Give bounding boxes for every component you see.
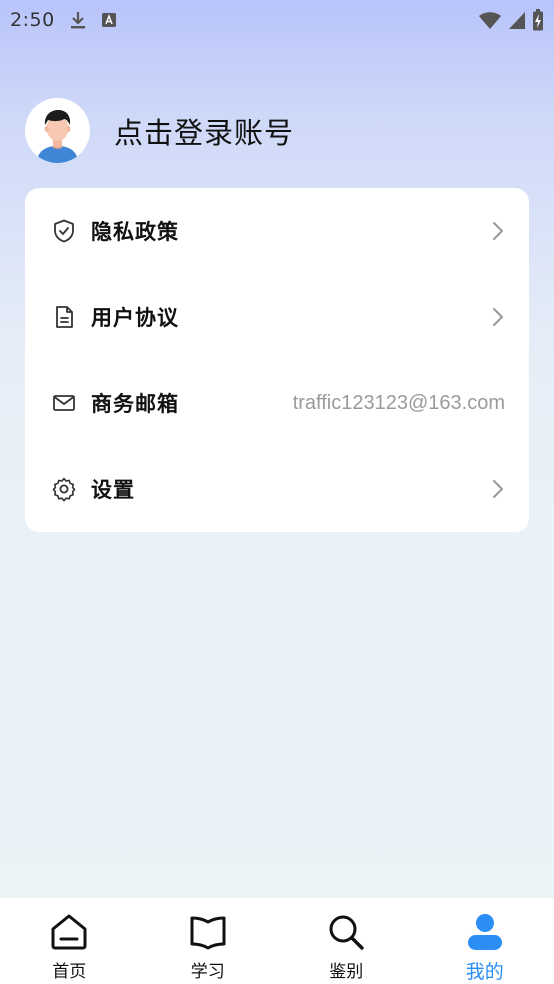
nav-item-home[interactable]: 首页 (0, 898, 139, 984)
chevron-right-icon (491, 220, 505, 242)
avatar-icon[interactable] (25, 98, 90, 163)
status-time: 2:50 (10, 9, 55, 31)
login-text[interactable]: 点击登录账号 (114, 110, 294, 152)
user-icon (465, 912, 505, 952)
nav-item-identify[interactable]: 鉴别 (277, 898, 416, 984)
nav-label-active: 我的 (465, 961, 504, 983)
search-icon (326, 912, 366, 952)
menu-item-user-agreement[interactable]: 用户协议 (25, 274, 529, 360)
menu-card: 隐私政策 用户协议 商务邮箱 traffic123123@163.com 设置 (25, 188, 529, 532)
bottom-nav: 首页 学习 鉴别 我的 (0, 898, 554, 984)
nav-item-mine[interactable]: 我的 (416, 898, 554, 984)
mail-icon (51, 390, 77, 416)
shield-check-icon (51, 218, 77, 244)
menu-item-label: 商务邮箱 (91, 392, 179, 416)
profile-header[interactable]: 点击登录账号 (25, 98, 294, 163)
home-icon (49, 912, 89, 952)
nav-item-learn[interactable]: 学习 (139, 898, 278, 984)
status-bar: 2:50 (0, 0, 554, 40)
nav-label: 首页 (52, 962, 87, 982)
wifi-icon (478, 10, 502, 30)
gear-icon (51, 476, 77, 502)
menu-item-label: 隐私政策 (91, 220, 179, 244)
status-left: 2:50 (10, 9, 117, 31)
chevron-right-icon (491, 306, 505, 328)
menu-item-label: 设置 (91, 478, 135, 502)
nav-label: 鉴别 (329, 962, 364, 982)
document-icon (51, 304, 77, 330)
battery-charging-icon (532, 9, 544, 31)
menu-item-business-email[interactable]: 商务邮箱 traffic123123@163.com (25, 360, 529, 446)
keyboard-a-icon (101, 12, 117, 28)
status-right (478, 9, 544, 31)
download-icon (69, 10, 87, 30)
business-email-value: traffic123123@163.com (292, 391, 505, 414)
chevron-right-icon (491, 478, 505, 500)
signal-icon (508, 10, 526, 30)
nav-label: 学习 (190, 962, 225, 982)
menu-item-privacy-policy[interactable]: 隐私政策 (25, 188, 529, 274)
book-icon (188, 912, 228, 952)
menu-item-settings[interactable]: 设置 (25, 446, 529, 532)
menu-item-label: 用户协议 (91, 306, 179, 330)
